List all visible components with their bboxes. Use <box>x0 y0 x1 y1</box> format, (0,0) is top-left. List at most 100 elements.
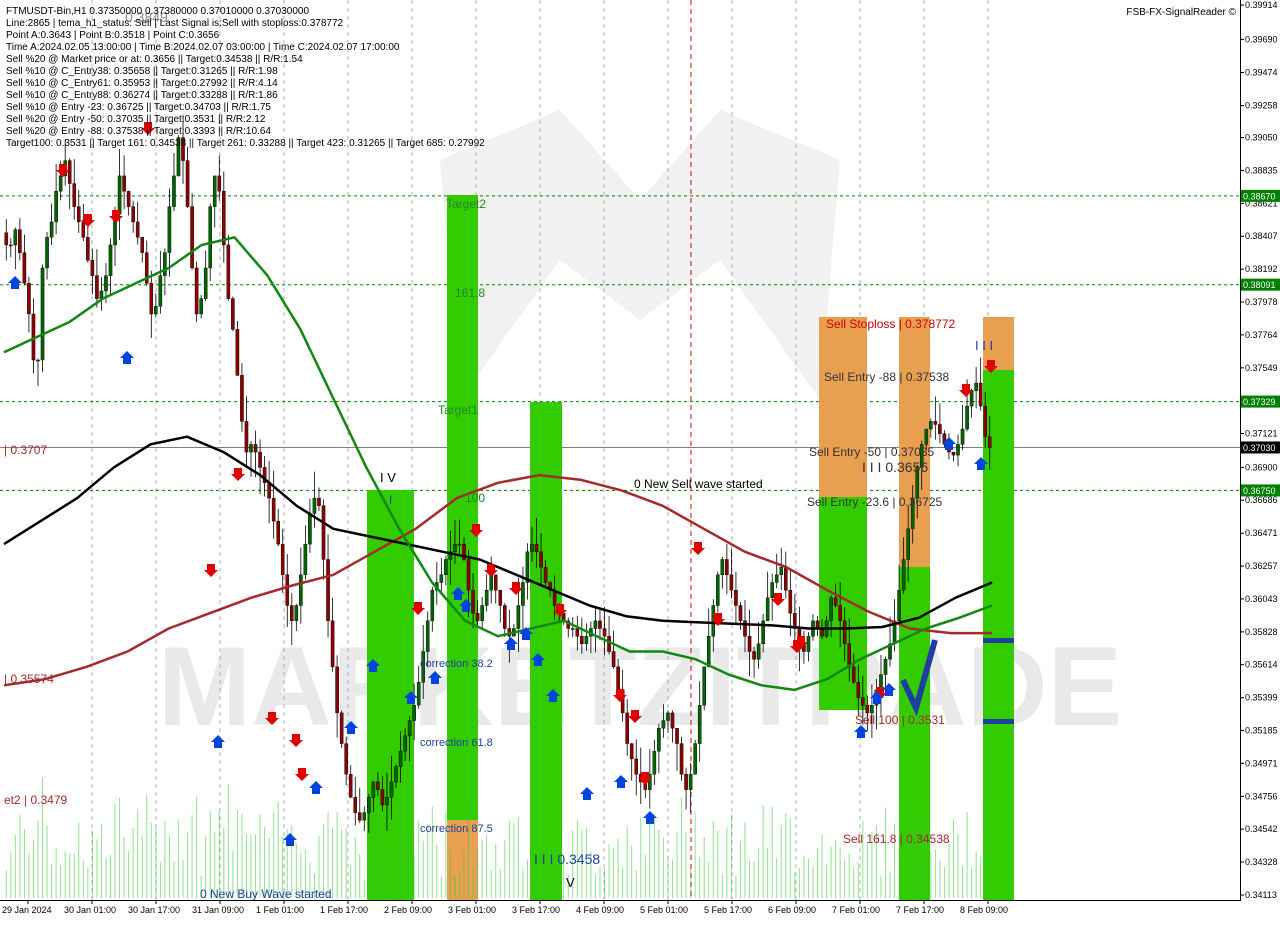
candle-body <box>18 229 22 253</box>
price-tick-label: 0.36900 <box>1245 462 1278 472</box>
candle-body <box>217 175 222 192</box>
price-chart[interactable]: MARKETZITRADE Sell Stoploss | 0.378772 S… <box>0 0 1280 920</box>
price-tick-label: 0.37764 <box>1245 330 1278 340</box>
candle-body <box>380 789 385 806</box>
price-tick-label: 0.38835 <box>1245 166 1278 176</box>
candle-body <box>661 720 666 729</box>
label-sell-entry-88: Sell Entry -88 | 0.37538 <box>824 370 950 384</box>
candle-body <box>484 589 489 606</box>
candle-body <box>235 329 240 376</box>
price-highlight-label: 0.38091 <box>1243 280 1276 290</box>
candle-body <box>539 551 543 568</box>
candle-body <box>734 589 738 606</box>
candle-body <box>969 390 974 407</box>
label-correction-875: correction 87.5 <box>420 823 493 835</box>
candle-body <box>770 582 774 599</box>
candle-body <box>140 237 145 253</box>
candle-body <box>974 382 978 391</box>
candle-body <box>299 574 303 606</box>
candle-body <box>231 298 235 330</box>
candle-body <box>348 774 353 798</box>
candle-body <box>131 206 135 223</box>
candle-body <box>104 275 108 292</box>
candle-body <box>453 543 457 552</box>
candle-body <box>240 375 244 422</box>
label-new-sell-wave: 0 New Sell wave started <box>634 477 763 491</box>
time-tick-label: 8 Feb 09:00 <box>960 905 1008 915</box>
candle-body <box>625 712 629 744</box>
candle-body <box>716 574 720 606</box>
price-axis: 0.39914 0.39690 0.39474 0.39258 0.39050 0.388… <box>1240 0 1280 900</box>
candle-body <box>602 628 607 637</box>
info-line: Point A:0.3643 | Point B:0.3518 | Point … <box>6 30 220 41</box>
time-tick-label: 30 Jan 17:00 <box>128 905 180 915</box>
candle-body <box>829 597 833 622</box>
candle-body <box>27 283 31 315</box>
candle-body <box>580 635 584 645</box>
candle-body <box>842 620 847 645</box>
candle-body <box>933 421 938 425</box>
price-tick-label: 0.36686 <box>1245 495 1278 505</box>
label-fib-100: 100 <box>465 491 485 505</box>
price-highlight-label: 0.37030 <box>1243 443 1276 453</box>
price-tick-label: 0.36257 <box>1245 561 1278 571</box>
price-highlight-label: 0.36750 <box>1243 486 1276 496</box>
candle-body <box>675 728 679 744</box>
candle-body <box>983 405 987 437</box>
target-marker-1 <box>983 638 1014 643</box>
info-line: Sell %10 @ C_Entry88: 0.36274 || Target:… <box>6 90 278 101</box>
candle-body <box>49 221 54 238</box>
candle-body <box>45 237 49 269</box>
candle-body <box>738 605 743 622</box>
candle-body <box>784 566 788 591</box>
price-tick-label: 0.39258 <box>1245 101 1278 111</box>
candle-body <box>765 597 770 622</box>
label-new-buy-wave: 0 New Buy Wave started <box>200 887 332 901</box>
candle-body <box>367 797 371 813</box>
candle-body <box>634 758 639 775</box>
time-tick-label: 31 Jan 09:00 <box>192 905 244 915</box>
candle-body <box>339 712 344 744</box>
label-target2: Target2 <box>446 197 486 211</box>
label-left-level-1: | 0.3707 <box>4 443 47 457</box>
candle-body <box>36 359 40 362</box>
candle-body <box>13 229 18 246</box>
candle-body <box>616 666 620 691</box>
candle-body <box>244 421 249 453</box>
candle-body <box>416 682 421 706</box>
candle-body <box>870 705 874 714</box>
candle-body <box>457 543 462 546</box>
candle-body <box>670 712 675 729</box>
time-tick-label: 5 Feb 17:00 <box>704 905 752 915</box>
candle-body <box>838 605 842 622</box>
zone-green-5 <box>899 567 930 900</box>
candle-body <box>330 620 335 668</box>
candle-body <box>203 267 208 299</box>
chart-container[interactable]: MARKETZITRADE Sell Stoploss | 0.378772 S… <box>0 0 1280 920</box>
price-highlight-label: 0.38670 <box>1243 191 1276 201</box>
price-tick-label: 0.34113 <box>1245 890 1277 900</box>
candle-body <box>117 175 122 215</box>
candle-body <box>122 175 126 192</box>
candle-body <box>752 651 756 660</box>
label-left-level-3: et2 | 0.3479 <box>4 793 67 807</box>
candle-body <box>466 559 471 591</box>
candle-body <box>530 543 534 552</box>
label-correction-382: correction 38.2 <box>420 658 493 670</box>
candle-body <box>965 405 969 430</box>
candle-body <box>135 221 140 238</box>
candle-body <box>276 520 280 545</box>
candle-body <box>158 275 163 307</box>
label-sell-161: Sell 161.8 | 0.34538 <box>843 832 950 846</box>
time-tick-label: 3 Feb 17:00 <box>512 905 560 915</box>
price-tick-label: 0.39050 <box>1245 133 1278 143</box>
candle-body <box>951 451 956 456</box>
candle-body <box>584 635 589 645</box>
candle-body <box>249 444 253 453</box>
candle-body <box>154 306 158 315</box>
candle-body <box>534 543 539 552</box>
candle-body <box>394 766 398 783</box>
label-wave-iii-top: I I I <box>975 338 993 353</box>
candle-body <box>226 244 231 299</box>
candle-body <box>86 237 90 261</box>
